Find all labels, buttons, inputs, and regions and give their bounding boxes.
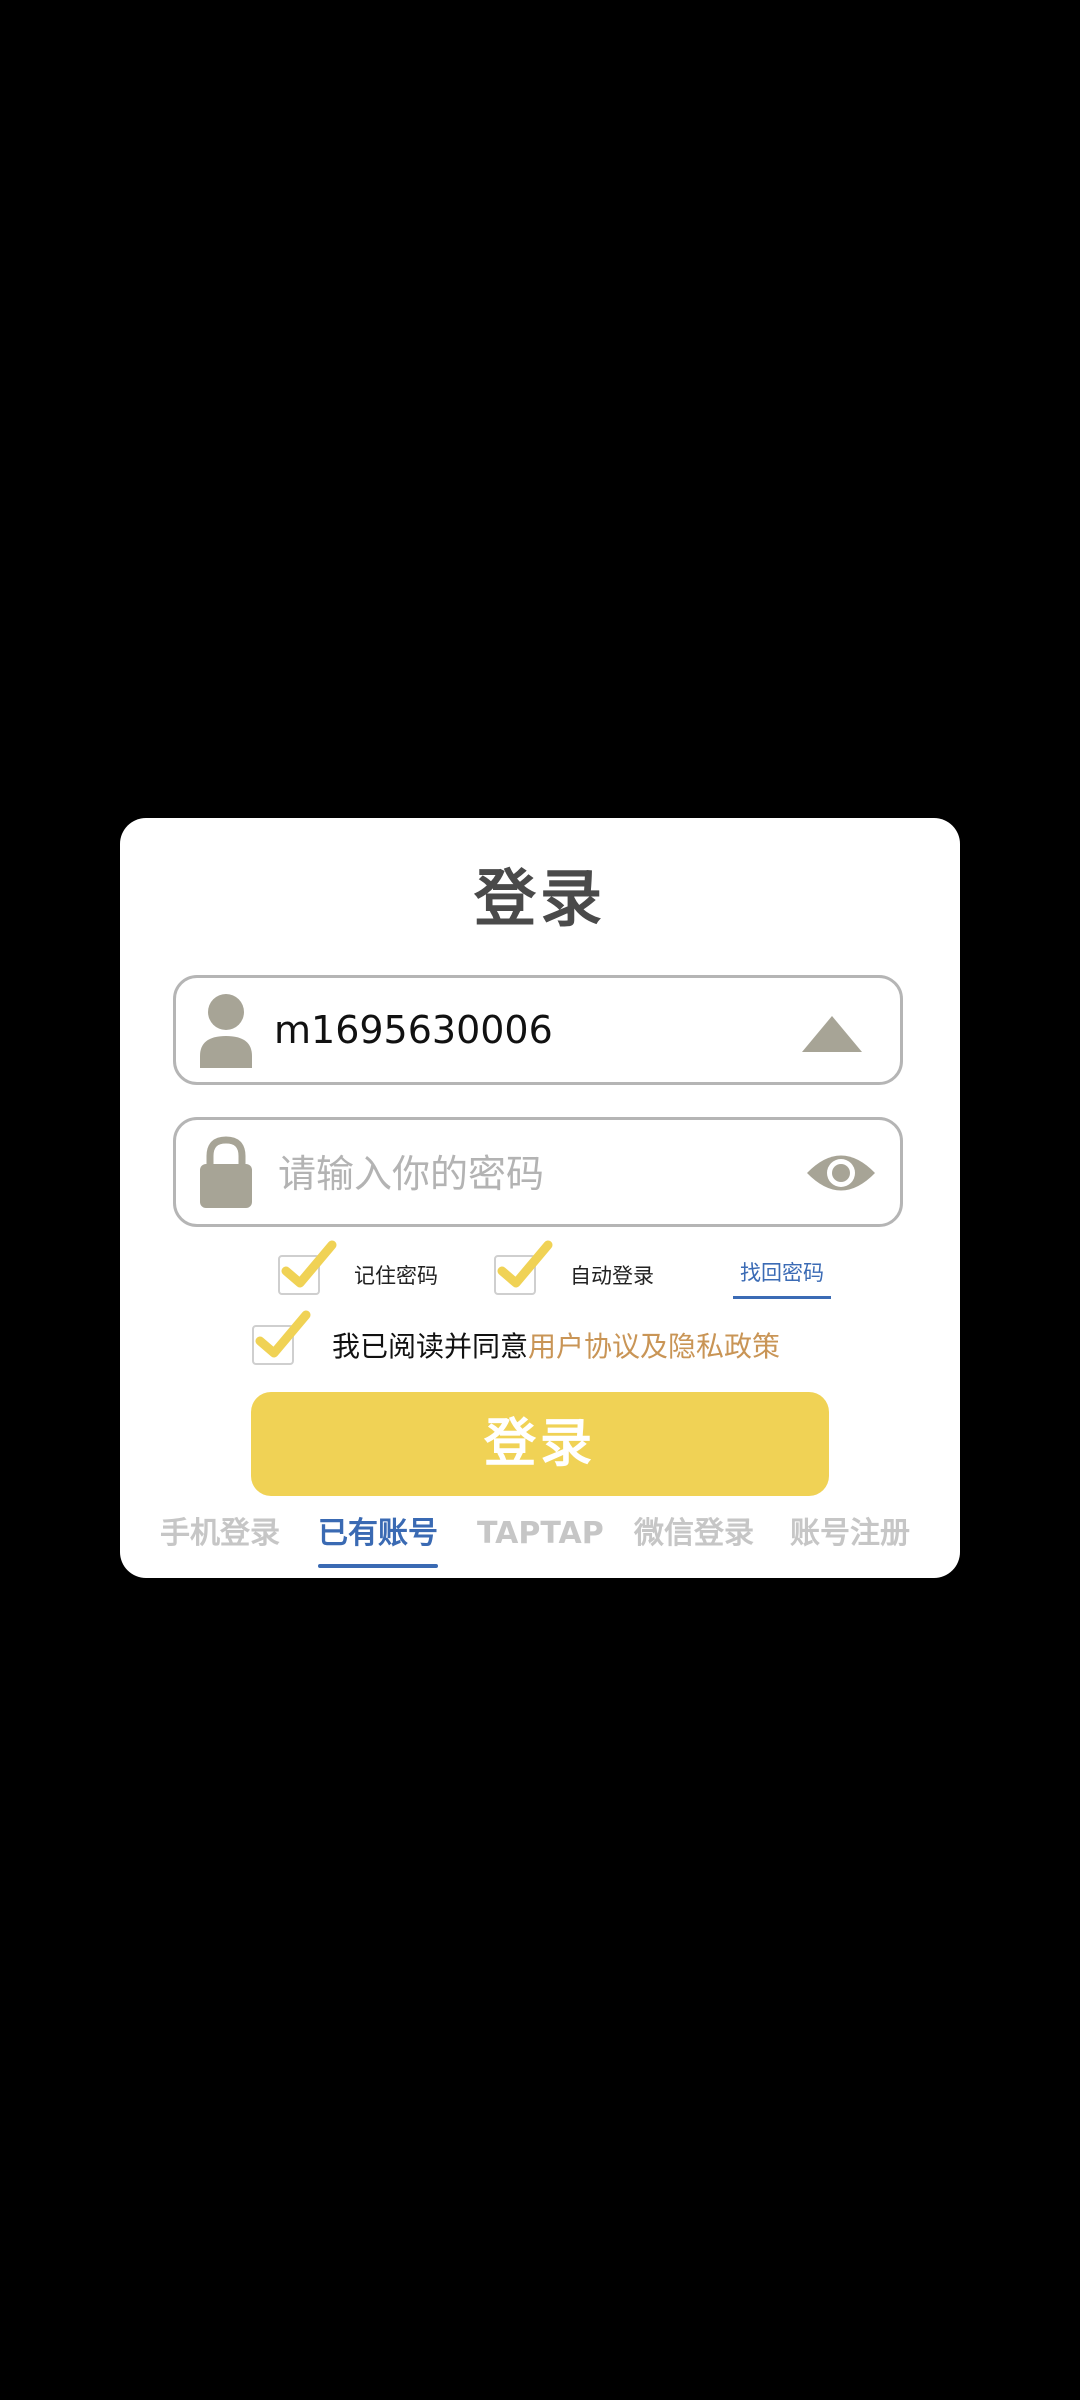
auto-login-label: 自动登录 — [570, 1264, 654, 1288]
remember-password-label: 记住密码 — [354, 1264, 438, 1288]
dialog-title: 登录 — [473, 862, 606, 935]
lock-icon — [200, 1136, 252, 1208]
checkmark-icon — [255, 1310, 311, 1358]
login-dialog: 登录 m1695630006 记住密码 自动登录 找回密码 我已阅读并同意 用户… — [120, 818, 960, 1578]
tab-account-register[interactable]: 账号注册 — [790, 1508, 910, 1560]
username-value[interactable]: m1695630006 — [274, 978, 553, 1082]
eye-icon[interactable] — [804, 1148, 878, 1198]
username-field[interactable]: m1695630006 — [173, 975, 903, 1085]
login-button[interactable]: 登录 — [251, 1392, 829, 1496]
checkmark-icon — [281, 1240, 337, 1288]
checkmark-icon — [497, 1240, 553, 1288]
auto-login-option[interactable]: 自动登录 — [494, 1240, 654, 1300]
agreement-checkbox[interactable] — [252, 1310, 311, 1365]
privacy-policy-link[interactable]: 用户协议及隐私政策 — [528, 1325, 780, 1365]
password-input[interactable] — [276, 1138, 780, 1210]
password-field[interactable] — [173, 1117, 903, 1227]
user-icon — [200, 994, 252, 1068]
agreement-row: 我已阅读并同意 用户协议及隐私政策 — [252, 1310, 780, 1370]
auto-login-checkbox[interactable] — [494, 1240, 553, 1295]
remember-password-option[interactable]: 记住密码 — [278, 1240, 438, 1300]
tab-taptap[interactable]: TAPTAP — [477, 1508, 604, 1560]
tab-phone-login[interactable]: 手机登录 — [160, 1508, 280, 1560]
forgot-password-link[interactable]: 找回密码 — [733, 1250, 831, 1299]
login-options: 记住密码 自动登录 找回密码 — [120, 1240, 960, 1300]
agreement-text: 我已阅读并同意 — [332, 1330, 529, 1363]
tab-wechat-login[interactable]: 微信登录 — [634, 1508, 754, 1560]
remember-password-checkbox[interactable] — [278, 1240, 337, 1295]
tab-existing-account[interactable]: 已有账号 — [318, 1508, 438, 1568]
login-method-tabs: 手机登录 已有账号 TAPTAP 微信登录 账号注册 — [120, 1508, 960, 1568]
dropdown-arrow-icon[interactable] — [800, 1014, 864, 1054]
